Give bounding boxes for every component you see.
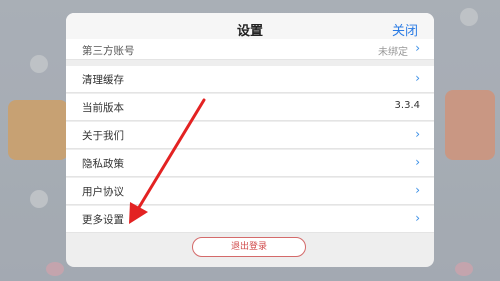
annotation-arrow	[129, 98, 206, 224]
